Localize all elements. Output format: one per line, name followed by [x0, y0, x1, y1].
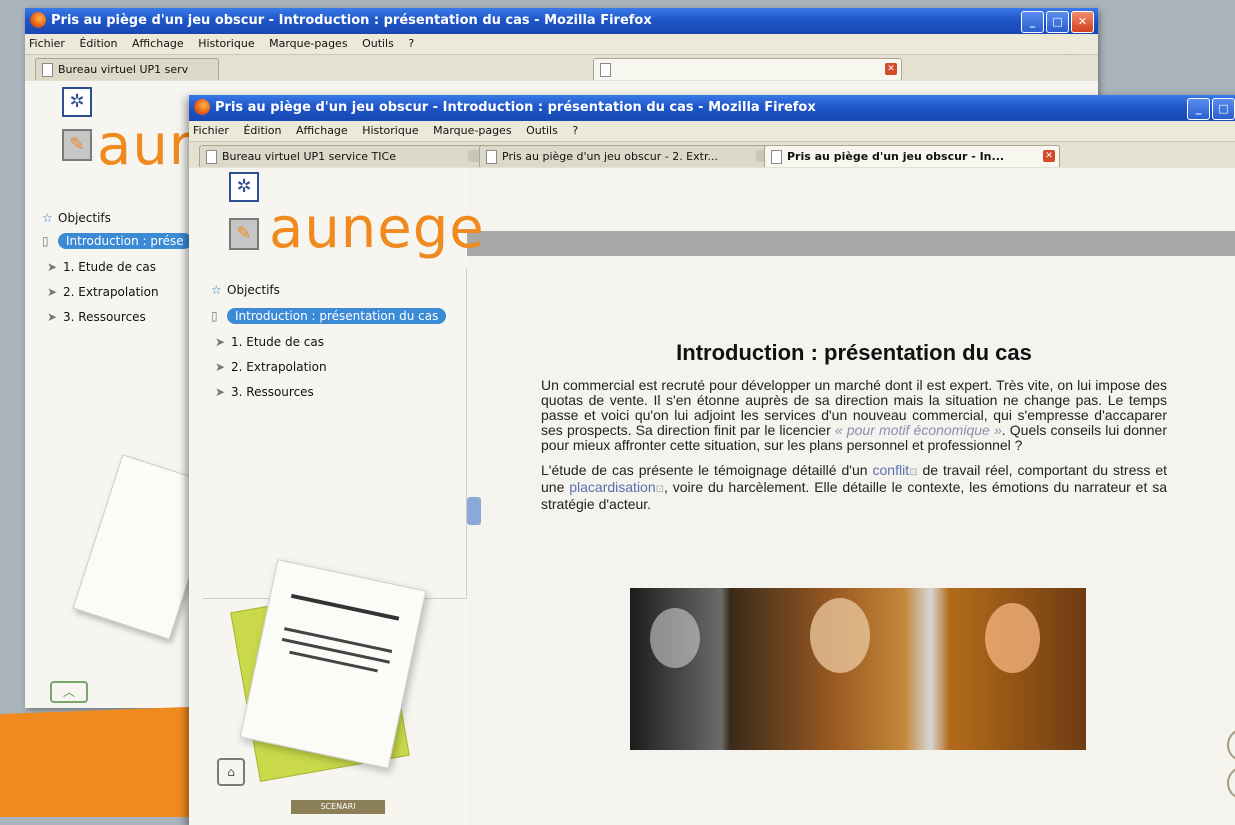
menu-affichage[interactable]: Affichage — [132, 37, 184, 50]
logo-mark-icon: ✲ — [62, 87, 92, 117]
business-people-photo — [630, 588, 1086, 750]
scenari-badge: SCENARI — [291, 800, 385, 814]
firefox-icon — [30, 12, 46, 28]
document-icon: ▯ — [42, 234, 49, 248]
minimize-button[interactable]: _ — [1187, 98, 1210, 120]
front-window-titlebar[interactable]: Pris au piège d'un jeu obscur - Introduc… — [189, 95, 1235, 121]
back-window-title: Pris au piège d'un jeu obscur - Introduc… — [51, 13, 652, 28]
star-icon: ☆ — [42, 211, 53, 225]
paragraph-1: Un commercial est recruté pour développe… — [541, 377, 1168, 453]
back-nav-etude[interactable]: ➤ 1. Etude de cas — [47, 260, 156, 274]
previous-arrow-icon[interactable]: ‹ — [1227, 766, 1235, 800]
back-nav-objectifs[interactable]: ☆ Objectifs — [42, 211, 111, 225]
close-button[interactable]: ✕ — [1071, 11, 1094, 33]
document-icon — [206, 150, 217, 164]
back-nav-extrapolation[interactable]: ➤ 2. Extrapolation — [47, 285, 159, 299]
firefox-icon — [194, 99, 210, 115]
back-tab-1[interactable]: Bureau virtuel UP1 serv — [35, 58, 219, 80]
document-icon — [486, 150, 497, 164]
collapse-handle[interactable] — [467, 497, 481, 525]
paragraph-2: L'étude de cas présente le témoignage dé… — [541, 462, 1168, 512]
back-menubar: Fichier Édition Affichage Historique Mar… — [25, 34, 1098, 68]
menu-historique[interactable]: Historique — [198, 37, 254, 50]
back-tabbar: Bureau virtuel UP1 serv ✕ — [25, 55, 1098, 82]
page-title: Introduction : présentation du cas — [676, 340, 1032, 365]
menu-historique[interactable]: Historique — [362, 124, 418, 137]
maximize-button[interactable]: □ — [1046, 11, 1069, 33]
logo-mark-icon: ✲ — [229, 172, 259, 202]
back-tab-3[interactable]: ✕ — [593, 58, 902, 80]
document-icon — [42, 63, 53, 77]
link-conflit[interactable]: conflit — [873, 462, 910, 478]
back-nav: ✲ ✎ aur ☆ Objectifs ▯ Introduction : prése… — [25, 81, 220, 708]
link-placardisation[interactable]: placardisation — [569, 479, 655, 495]
menu-affichage[interactable]: Affichage — [296, 124, 348, 137]
pen-icon: ✎ — [229, 218, 259, 250]
menu-edition[interactable]: Édition — [79, 37, 117, 50]
minimize-button[interactable]: _ — [1021, 11, 1044, 33]
chevron-right-icon: ➤ — [47, 260, 58, 274]
menu-outils[interactable]: Outils — [526, 124, 558, 137]
outline-nav: ✲ ✎ aunege ☆ Objectifs ▯ Introduction : pr… — [189, 168, 484, 825]
tab-close-icon[interactable]: ✕ — [885, 63, 897, 75]
menubar: Fichier Édition Affichage Historique Mar… — [189, 121, 1235, 142]
menu-help[interactable]: ? — [572, 124, 578, 137]
tabbar: Bureau virtuel UP1 service TICe Pris au … — [189, 142, 1235, 169]
external-link-icon: ⊡ — [655, 484, 665, 495]
tab-extrapolation[interactable]: Pris au piège d'un jeu obscur - 2. Extr.… — [479, 145, 773, 167]
page-content: ✲ ✎ aunege ☆ Objectifs ▯ Introduction : pr… — [189, 168, 1235, 825]
chevron-right-icon: ➤ — [47, 310, 58, 324]
menu-fichier[interactable]: Fichier — [193, 124, 229, 137]
tab-bureau-virtuel[interactable]: Bureau virtuel UP1 service TICe — [199, 145, 485, 167]
menu-marque-pages[interactable]: Marque-pages — [433, 124, 511, 137]
up-arrow-icon[interactable]: ︿ — [50, 681, 88, 703]
quote-text: « pour motif économique » — [834, 422, 1002, 438]
tab-close-icon[interactable]: ✕ — [1043, 150, 1055, 162]
home-icon[interactable]: ⌂ — [217, 758, 245, 786]
header-strip — [467, 231, 1235, 256]
menu-edition[interactable]: Édition — [243, 124, 281, 137]
document-icon — [771, 150, 782, 164]
pen-icon: ✎ — [62, 129, 92, 161]
tab-introduction[interactable]: Pris au piège d'un jeu obscur - In... ✕ — [764, 145, 1060, 167]
back-logo: aur — [97, 113, 193, 178]
next-arrow-icon[interactable]: › — [1227, 728, 1235, 762]
back-nav-ressources[interactable]: ➤ 3. Ressources — [47, 310, 146, 324]
menu-outils[interactable]: Outils — [362, 37, 394, 50]
main-article: Introduction : présentation du cas Un co… — [541, 335, 1167, 512]
aunege-logo: aunege — [269, 196, 485, 261]
menu-help[interactable]: ? — [408, 37, 414, 50]
front-window: Pris au piège d'un jeu obscur - Introduc… — [189, 95, 1235, 825]
outline-panel — [203, 268, 467, 599]
chevron-right-icon: ➤ — [47, 285, 58, 299]
back-window-titlebar[interactable]: Pris au piège d'un jeu obscur - Introduc… — [25, 8, 1098, 34]
document-icon — [600, 63, 611, 77]
back-nav-introduction[interactable]: ▯ Introduction : prése — [42, 233, 192, 249]
maximize-button[interactable]: □ — [1212, 98, 1235, 120]
window-title: Pris au piège d'un jeu obscur - Introduc… — [215, 100, 816, 115]
menu-fichier[interactable]: Fichier — [29, 37, 65, 50]
menu-marque-pages[interactable]: Marque-pages — [269, 37, 347, 50]
